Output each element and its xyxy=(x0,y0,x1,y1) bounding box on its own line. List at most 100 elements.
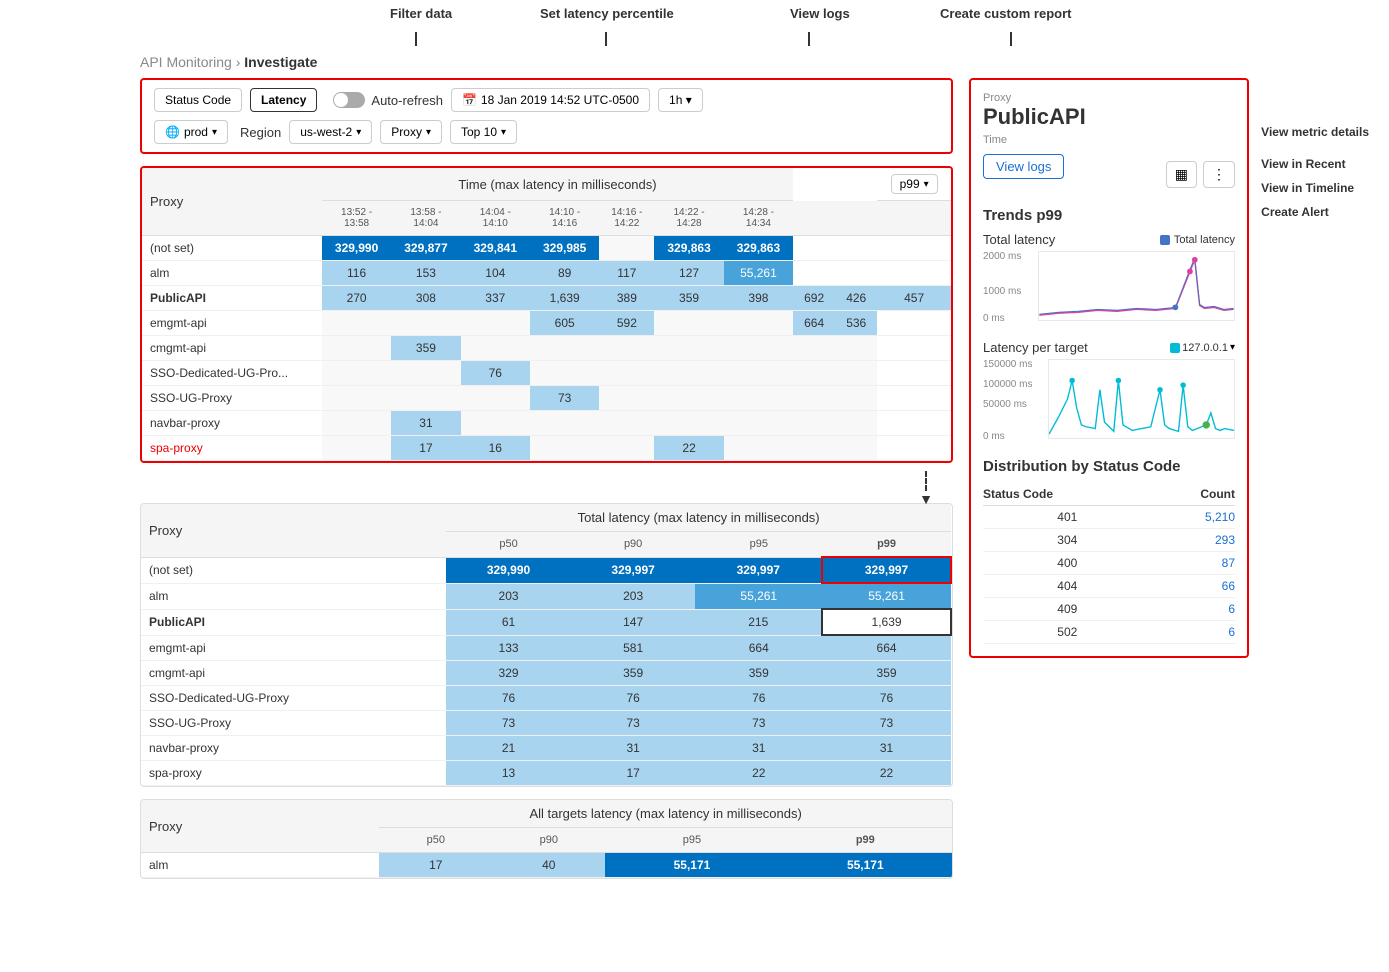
view-timeline-label: View in Timeline xyxy=(1261,176,1369,200)
all-targets-header: All targets latency (max latency in mill… xyxy=(379,800,952,828)
dist-table-row: 304293 xyxy=(983,529,1235,552)
chart1-y-top: 2000 ms xyxy=(983,251,1021,262)
dist-table-row: 4015,210 xyxy=(983,506,1235,529)
time-col-6: 14:22 - 14:28 xyxy=(654,201,723,236)
metric-chart-icon[interactable]: ▦ xyxy=(1166,161,1197,188)
calendar-icon: 📅 xyxy=(462,93,477,107)
latency-per-target-legend-dot xyxy=(1170,343,1180,353)
table-row: emgmt-api 133 581 664 664 xyxy=(141,635,951,661)
latency-per-target-ip: 127.0.0.1 xyxy=(1182,342,1228,354)
region-dropdown[interactable]: us-west-2 xyxy=(289,120,372,144)
time-label: Time xyxy=(983,134,1235,146)
chart2-y-mid2: 100000 ms xyxy=(983,379,1032,390)
table-row: SSO-UG-Proxy 73 xyxy=(142,386,951,411)
time-col-1: 13:52 - 13:58 xyxy=(322,201,391,236)
at-col-p95: p95 xyxy=(605,828,778,853)
table-row: navbar-proxy 31 xyxy=(142,411,951,436)
proxy-col-header: Proxy xyxy=(142,168,322,236)
table-row: alm 203 203 55,261 55,261 xyxy=(141,583,951,609)
at-col-p90: p90 xyxy=(492,828,605,853)
date-button[interactable]: 📅 18 Jan 2019 14:52 UTC-0500 xyxy=(451,88,650,112)
at-col-p50: p50 xyxy=(379,828,492,853)
status-code-button[interactable]: Status Code xyxy=(154,88,242,112)
create-report-label: Create custom report xyxy=(940,6,1071,21)
dist-title: Distribution by Status Code xyxy=(983,458,1235,475)
view-logs-label: View logs xyxy=(790,6,850,21)
chart1-y-mid: 1000 ms xyxy=(983,286,1021,297)
filter-data-label: Filter data xyxy=(390,6,452,21)
dist-table-row: 40466 xyxy=(983,575,1235,598)
table-row: spa-proxy 17 16 22 xyxy=(142,436,951,461)
latency-per-target-svg xyxy=(1048,359,1235,439)
proxy-col-header2: Proxy xyxy=(141,504,446,557)
dist-table-row: 4096 xyxy=(983,598,1235,621)
table-row: SSO-Dedicated-UG-Pro... 76 xyxy=(142,361,951,386)
percentile-button[interactable]: p99 xyxy=(891,174,938,194)
latency-button[interactable]: Latency xyxy=(250,88,317,112)
region-label: Region xyxy=(240,125,281,140)
view-logs-button[interactable]: View logs xyxy=(983,154,1064,179)
breadcrumb-current: Investigate xyxy=(244,54,317,70)
chart1-y-bot: 0 ms xyxy=(983,313,1005,324)
toolbar: Status Code Latency Auto-refresh 📅 18 Ja… xyxy=(140,78,953,154)
chevron-down-icon: ▾ xyxy=(686,93,692,107)
at-col-p99: p99 xyxy=(779,828,952,853)
time-data-table: Proxy Time (max latency in milliseconds)… xyxy=(142,168,951,461)
breadcrumb-parent: API Monitoring xyxy=(140,54,232,70)
total-latency-header: Total latency (max latency in millisecon… xyxy=(446,504,951,532)
proxy-dropdown[interactable]: Proxy xyxy=(380,120,442,144)
table-row: emgmt-api 605 592 664 536 xyxy=(142,311,951,336)
time-col-5: 14:16 - 14:22 xyxy=(599,201,654,236)
table-row: SSO-UG-Proxy 73 73 73 73 xyxy=(141,711,951,736)
table-row: alm 17 40 55,171 55,171 xyxy=(141,853,952,878)
time-section-header: Time (max latency in milliseconds) xyxy=(322,168,793,201)
chart2-y-top: 150000 ms xyxy=(983,359,1032,370)
time-col-4: 14:10 - 14:16 xyxy=(530,201,599,236)
globe-icon: 🌐 xyxy=(165,125,180,139)
latency-per-target-chart-section: Latency per target 127.0.0.1 ▾ 150000 ms… xyxy=(983,340,1235,442)
time-col-3: 14:04 - 14:10 xyxy=(461,201,530,236)
chart2-y-bot: 0 ms xyxy=(983,431,1005,442)
breadcrumb: API Monitoring › Investigate xyxy=(0,46,1389,78)
dist-col-count: Count xyxy=(1152,483,1235,506)
table-row: SSO-Dedicated-UG-Proxy 76 76 76 76 xyxy=(141,686,951,711)
table-row: alm 116 153 104 89 117 127 55,261 xyxy=(142,261,951,286)
table-row: PublicAPI 270 308 337 1,639 389 359 398 … xyxy=(142,286,951,311)
view-recent-label: View in Recent xyxy=(1261,152,1369,176)
trends-title: Trends p99 xyxy=(983,207,1235,224)
col-p95: p95 xyxy=(695,532,822,558)
table-row: cmgmt-api 359 xyxy=(142,336,951,361)
total-latency-svg xyxy=(1038,251,1235,321)
table-row: PublicAPI 61 147 215 1,639 xyxy=(141,609,951,635)
proxy-label: Proxy xyxy=(983,92,1235,104)
time-table: Top 10 proxies → Proxy Time (max latency… xyxy=(140,166,953,463)
auto-refresh-label: Auto-refresh xyxy=(371,93,443,108)
time-col-2: 13:58 - 14:04 xyxy=(391,201,460,236)
dist-table-row: 5026 xyxy=(983,621,1235,644)
auto-refresh-toggle[interactable]: Auto-refresh xyxy=(333,92,443,108)
total-latency-chart-label: Total latency xyxy=(983,232,1055,247)
col-p90: p90 xyxy=(571,532,696,558)
time-range-button[interactable]: 1h ▾ xyxy=(658,88,703,112)
create-alert-label: Create Alert xyxy=(1261,200,1369,224)
set-latency-label: Set latency percentile xyxy=(540,6,674,21)
table-row: navbar-proxy 21 31 31 31 xyxy=(141,736,951,761)
time-col-7: 14:28 - 14:34 xyxy=(724,201,793,236)
table-row: spa-proxy 13 17 22 22 xyxy=(141,761,951,786)
prod-dropdown[interactable]: 🌐 prod xyxy=(154,120,228,144)
more-options-icon[interactable]: ⋮ xyxy=(1203,161,1235,188)
total-latency-legend-label: Total latency xyxy=(1174,234,1235,246)
chart2-y-mid: 50000 ms xyxy=(983,399,1027,410)
dist-col-status: Status Code xyxy=(983,483,1152,506)
ip-dropdown[interactable]: ▾ xyxy=(1230,342,1235,353)
total-latency-legend-dot xyxy=(1160,235,1170,245)
col-p50: p50 xyxy=(446,532,571,558)
col-p99: p99 xyxy=(822,532,951,558)
total-latency-chart-section: Total latency Total latency 2000 ms 1000… xyxy=(983,232,1235,324)
proxy-col-header3: Proxy xyxy=(141,800,379,853)
total-latency-table: Proxy Total latency (max latency in mill… xyxy=(140,503,953,787)
dist-table-row: 40087 xyxy=(983,552,1235,575)
top10-dropdown[interactable]: Top 10 xyxy=(450,120,517,144)
view-metric-details-label: View metric details xyxy=(1261,120,1369,144)
proxy-title: PublicAPI xyxy=(983,104,1235,130)
